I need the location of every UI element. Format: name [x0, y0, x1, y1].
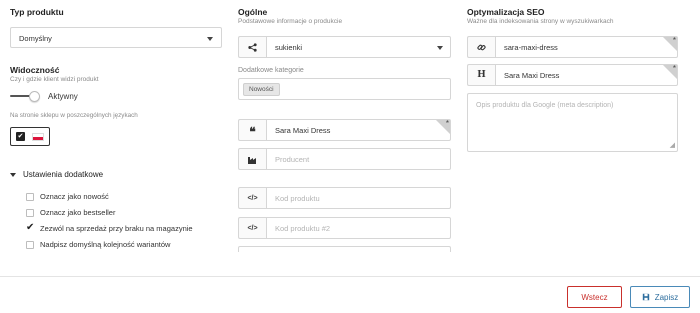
checkbox-checked-icon: ✔ — [16, 132, 25, 141]
product-code-placeholder: Kod produktu — [266, 187, 451, 209]
category-value: sukienki — [266, 36, 451, 58]
checkbox-new-label: Oznacz jako nowość — [40, 192, 109, 201]
additional-settings-toggle[interactable]: Ustawienia dodatkowe — [10, 170, 103, 179]
product-name-value: Sara Maxi Dress — [275, 125, 331, 135]
back-button-label: Wstecz — [581, 292, 608, 302]
visibility-subtitle: Czy i gdzie klient widzi produkt — [10, 76, 99, 83]
code-icon: </> — [238, 217, 266, 239]
seo-slug-field[interactable]: sara-maxi-dress * — [467, 36, 678, 58]
factory-icon — [238, 148, 266, 170]
category-tag[interactable]: Nowości — [243, 83, 280, 96]
checkbox-new[interactable] — [26, 193, 34, 201]
required-star-icon: * — [445, 119, 449, 128]
product-type-select[interactable]: Domyślny — [10, 27, 222, 48]
seo-heading: Optymalizacja SEO — [467, 7, 545, 17]
save-button-label: Zapisz — [654, 292, 679, 302]
product-type-heading: Typ produktu — [10, 7, 64, 17]
language-pl-toggle[interactable]: ✔ — [10, 127, 50, 146]
heading-icon: H — [467, 64, 495, 86]
toggle-label: Aktywny — [48, 92, 78, 101]
seo-description-placeholder: Opis produktu dla Google (meta descripti… — [476, 102, 614, 109]
product-code-field[interactable]: </> Kod produktu — [238, 187, 451, 209]
category-select[interactable]: sukienki — [238, 36, 451, 58]
producer-placeholder: Producent — [266, 148, 451, 170]
checkbox-bestseller[interactable] — [26, 209, 34, 217]
share-icon — [238, 36, 266, 58]
checkbox-variant-order-label: Nadpisz domyślną kolejność wariantów — [40, 240, 171, 249]
product-name-field[interactable]: ❝ Sara Maxi Dress * — [238, 119, 451, 141]
product-code2-field[interactable]: </> Kod produktu #2 — [238, 217, 451, 239]
required-star-icon: * — [672, 36, 676, 45]
additional-categories-input[interactable]: Nowości — [238, 78, 451, 100]
quote-icon: ❝ — [238, 119, 266, 141]
general-subtitle: Podstawowe informacje o produkcie — [238, 18, 343, 25]
visibility-heading: Widoczność — [10, 65, 60, 75]
chevron-down-icon — [437, 46, 443, 50]
checkbox-backorder-label: Zezwól na sprzedaż przy braku na magazyn… — [40, 224, 193, 233]
producer-field[interactable]: Producent — [238, 148, 451, 170]
seo-description-textarea[interactable]: Opis produktu dla Google (meta descripti… — [467, 93, 678, 152]
save-icon — [642, 293, 649, 301]
form-footer: Wstecz Zapisz — [0, 276, 700, 313]
additional-settings-heading: Ustawienia dodatkowe — [23, 170, 104, 179]
chevron-down-icon — [207, 36, 213, 41]
general-heading: Ogólne — [238, 7, 268, 17]
checkbox-bestseller-label: Oznacz jako bestseller — [40, 208, 116, 217]
languages-label: Na stronie sklepu w poszczególnych język… — [10, 112, 138, 119]
product-type-value: Domyślny — [19, 34, 52, 43]
caret-down-icon — [10, 172, 16, 177]
seo-title-value: Sara Maxi Dress — [504, 70, 560, 80]
seo-subtitle: Ważne dla indeksowania strony w wyszukiw… — [467, 18, 614, 25]
active-toggle[interactable] — [10, 91, 41, 102]
poland-flag-icon — [32, 133, 44, 141]
toggle-knob — [29, 91, 40, 102]
seo-title-field[interactable]: H Sara Maxi Dress * — [467, 64, 678, 86]
back-button[interactable]: Wstecz — [567, 286, 622, 308]
link-icon — [467, 36, 495, 58]
additional-categories-label: Dodatkowe kategorie — [238, 67, 304, 74]
resize-handle-icon[interactable]: ◢ — [670, 142, 675, 149]
checkbox-variant-order[interactable] — [26, 241, 34, 249]
code-icon: </> — [238, 187, 266, 209]
next-field-edge — [238, 246, 451, 252]
required-star-icon: * — [672, 64, 676, 73]
product-code2-placeholder: Kod produktu #2 — [266, 217, 451, 239]
save-button[interactable]: Zapisz — [630, 286, 690, 308]
checkbox-backorder[interactable]: ✔ — [26, 223, 34, 233]
seo-slug-value: sara-maxi-dress — [504, 42, 558, 52]
